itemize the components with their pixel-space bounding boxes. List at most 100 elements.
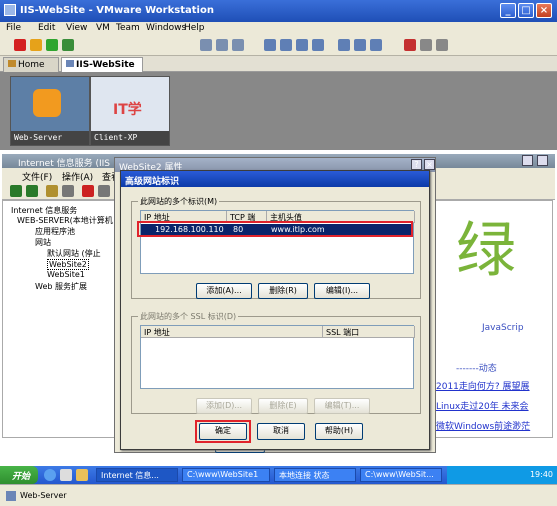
js-label: JavaScrip [482,323,524,333]
props-help-button[interactable]: ? [411,159,422,170]
quicklaunch-desktop-icon[interactable] [60,469,72,481]
vmware-statusbar: Web-Server [0,484,557,506]
vmware-toolbar [0,36,557,56]
record-icon[interactable] [404,39,416,51]
identities-group: 此网站的多个标识(M) IP 地址 TCP 端口 主机头值 192.168.10… [131,196,421,299]
thumbnail-icon[interactable] [354,39,366,51]
tree-site2[interactable]: WebSite2 [47,259,89,270]
dyn-label: -------动态 [456,364,497,374]
edit-ssl-button[interactable]: 编辑(T)... [314,398,370,414]
props-close-button[interactable]: × [424,159,435,170]
ssl-identities-group: 此网站的多个 SSL 标识(D) IP 地址 SSL 端口 添加(D)... 删… [131,311,421,414]
replay-icon[interactable] [420,39,432,51]
col-ssl-ip-header[interactable]: IP 地址 [141,326,323,338]
thumbnail-web-server-label: Web-Server [11,131,89,145]
col-ssl-port-header[interactable]: SSL 端口 [323,326,415,338]
remove-ssl-button[interactable]: 删除(E) [258,398,308,414]
fullscreen-icon[interactable] [296,39,308,51]
revert-icon[interactable] [216,39,228,51]
tree-apppool[interactable]: 应用程序池 [35,226,75,237]
web-content-preview: 绿 JavaScrip -------动态 2011走向何方? 展望展 Linu… [435,200,553,438]
iis-close-button[interactable] [537,155,548,166]
quicklaunch-folder-icon[interactable] [76,469,88,481]
adv-title-bar: 高级网站标识 [121,171,429,187]
news-line-3[interactable]: 微软Windows前途渺茫 [436,419,530,432]
forward-icon[interactable] [26,185,38,197]
show-tree-icon[interactable] [62,185,74,197]
menu-vm[interactable]: VM [96,23,110,33]
menu-edit[interactable]: Edit [38,23,55,33]
ssl-identities-list[interactable]: IP 地址 SSL 端口 [140,325,415,389]
identities-list[interactable]: IP 地址 TCP 端口 主机头值 192.168.100.110 80 www… [140,210,415,274]
add-identity-button[interactable]: 添加(A)... [196,283,252,299]
sidebar-icon[interactable] [264,39,276,51]
menu-windows[interactable]: Windows [146,23,186,33]
ssl-group-label: 此网站的多个 SSL 标识(D) [138,311,239,322]
summary-icon[interactable] [370,39,382,51]
tab-home[interactable]: Home [3,57,59,72]
unity-icon[interactable] [312,39,324,51]
vmware-menubar: File Edit View VM Team Windows Help [0,22,557,36]
snapshot-icon[interactable] [200,39,212,51]
delete-icon[interactable] [82,185,94,197]
news-line-2[interactable]: Linux走过20年 未来会 [436,399,529,412]
vmware-tab-bar: Home IIS-WebSite [0,56,557,72]
add-ssl-button[interactable]: 添加(D)... [196,398,252,414]
tree-web-ext[interactable]: Web 服务扩展 [35,281,87,292]
tab-iis-website[interactable]: IIS-WebSite [61,57,143,72]
vm-status-icon [6,491,16,501]
play-icon[interactable] [46,39,58,51]
capture-icon[interactable] [436,39,448,51]
help-button[interactable]: 帮助(H) [315,423,363,440]
task-website-folder[interactable]: C:\www\WebSit... [360,468,442,482]
remove-identity-button[interactable]: 删除(R) [258,283,308,299]
task-website1[interactable]: C:\www\WebSite1 [182,468,270,482]
tree-site1[interactable]: WebSite1 [47,270,85,279]
menu-file[interactable]: File [6,23,21,33]
start-label: 开始 [12,472,31,482]
thumbnail-client-xp[interactable]: IT学 Client-XP [90,76,170,146]
menu-team[interactable]: Team [116,23,140,33]
quicklaunch-ie-icon[interactable] [44,469,56,481]
maximize-button[interactable]: □ [518,3,534,18]
thumbnail-client-xp-label: Client-XP [91,131,169,145]
iis-tree-panel: Internet 信息服务 WEB-SERVER(本地计算机 应用程序池 网站 … [2,200,127,438]
task-local-connection[interactable]: 本地连接 状态 [274,468,356,482]
vmware-window-title: IIS-WebSite - VMware Workstation [20,5,214,16]
tab-iis-website-label: IIS-WebSite [76,60,135,70]
identities-group-label: 此网站的多个标识(M) [138,196,220,207]
edit-identity-button[interactable]: 编辑(I)... [314,283,370,299]
tree-server[interactable]: WEB-SERVER(本地计算机 [17,215,113,226]
tree-default-site[interactable]: 默认网站 (停止 [47,248,101,259]
up-icon[interactable] [46,185,58,197]
back-icon[interactable] [10,185,22,197]
reset-icon[interactable] [62,39,74,51]
close-button[interactable]: × [536,3,552,18]
stop-icon[interactable] [14,39,26,51]
home-icon [8,60,16,67]
pause-icon[interactable] [30,39,42,51]
menu-view[interactable]: View [66,23,87,33]
vm-status-label: Web-Server [20,491,67,500]
cancel-button[interactable]: 取消 [257,423,305,440]
snapshot-manager-icon[interactable] [232,39,244,51]
thumbnail-web-server[interactable]: Web-Server [10,76,90,146]
iis-minimize-button[interactable] [522,155,533,166]
system-tray: 19:40 [447,466,557,484]
task-iis[interactable]: Internet 信息... [96,468,178,482]
tray-clock[interactable]: 19:40 [530,470,553,479]
vmware-title-bar: IIS-WebSite - VMware Workstation _ □ × [0,0,557,22]
minimize-button[interactable]: _ [500,3,516,18]
start-button[interactable]: 开始 [0,466,38,484]
ok-button-highlight [195,420,251,443]
vmware-app-icon [4,4,16,16]
vm-thumbnail-bar: Web-Server IT学 Client-XP [0,72,557,150]
tree-websites[interactable]: 网站 [35,237,51,248]
vm-icon [66,60,74,67]
menu-help[interactable]: Help [184,23,205,33]
quick-switch-icon[interactable] [280,39,292,51]
console-view-icon[interactable] [338,39,350,51]
properties-icon[interactable] [98,185,110,197]
news-line-1[interactable]: 2011走向何方? 展望展 [436,379,530,392]
tab-home-label: Home [18,60,45,70]
